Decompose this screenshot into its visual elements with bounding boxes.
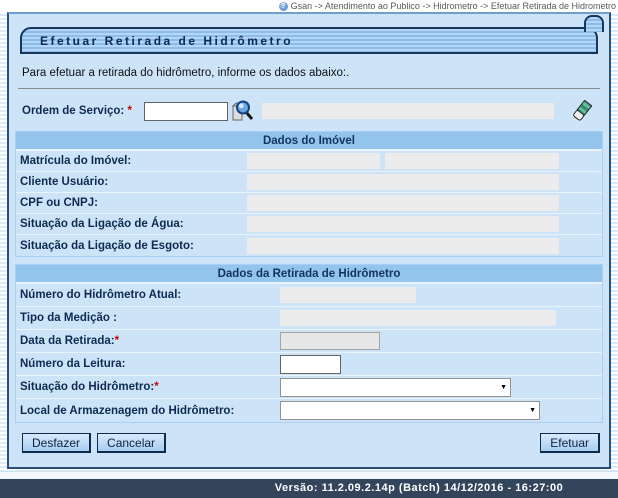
instruction-text: Para efetuar a retirada do hidrômetro, i… [22,67,598,79]
main-frame: Efetuar Retirada de Hidrômetro Para efet… [7,12,611,469]
cpf-cnpj-label: CPF ou CNPJ: [20,197,247,209]
row-numero-leitura: Número da Leitura: [16,353,602,376]
section-dados-imovel: Dados do Imóvel Matrícula do Imóvel: Cli… [15,131,603,257]
footer-gap [0,471,618,479]
local-armazenagem-select[interactable]: ▼ [280,401,540,420]
required-marker: * [115,335,119,347]
numero-leitura-label: Número da Leitura: [20,358,280,370]
matricula-imovel-value [247,153,380,169]
situacao-hidrometro-label-text: Situação do Hidrômetro: [20,381,154,393]
tipo-medicao-value [280,310,556,326]
page-title-bar: Efetuar Retirada de Hidrômetro [20,27,598,54]
required-marker: * [154,381,158,393]
breadcrumb-path: Gsan -> Atendimento ao Publico -> Hidrom… [291,1,616,11]
row-cpf-cnpj: CPF ou CNPJ: [16,193,602,214]
situacao-esgoto-label: Situação da Ligação de Esgoto: [20,240,247,252]
required-marker: * [127,105,131,117]
row-situacao-agua: Situação da Ligação de Água: [16,214,602,235]
desfazer-button[interactable]: Desfazer [22,433,91,453]
efetuar-button[interactable]: Efetuar [540,433,600,453]
row-matricula-imovel: Matrícula do Imóvel: [16,151,602,172]
matricula-imovel-descricao [385,153,559,169]
situacao-agua-value [247,216,559,232]
divider [18,88,600,89]
data-retirada-label: Data da Retirada:* [20,335,280,347]
row-local-armazenagem: Local de Armazenagem do Hidrômetro: ▼ [16,399,602,422]
ordem-servico-description [262,103,554,119]
action-buttons-row: Desfazer Cancelar Efetuar [22,433,600,453]
row-tipo-medicao: Tipo da Medição : [16,307,602,330]
ordem-servico-label-text: Ordem de Serviço: [22,105,124,117]
cancelar-button[interactable]: Cancelar [97,433,166,453]
breadcrumb: ? Gsan -> Atendimento ao Publico -> Hidr… [0,0,618,12]
cliente-usuario-label: Cliente Usuário: [20,176,247,188]
section-dados-retirada: Dados da Retirada de Hidrômetro Número d… [15,264,603,423]
data-retirada-value [280,332,380,350]
data-retirada-label-text: Data da Retirada: [20,335,115,347]
help-icon[interactable]: ? [279,2,288,11]
local-armazenagem-label: Local de Armazenagem do Hidrômetro: [20,405,280,417]
numero-hidrometro-atual-label: Número do Hidrômetro Atual: [20,289,280,301]
cpf-cnpj-value [247,195,559,211]
page-title: Efetuar Retirada de Hidrômetro [40,34,293,48]
ordem-servico-input[interactable] [144,102,228,121]
cliente-usuario-value [247,174,559,190]
row-situacao-hidrometro: Situação do Hidrômetro:* ▼ [16,376,602,399]
ordem-servico-row: Ordem de Serviço: * [22,98,600,124]
situacao-esgoto-value [247,238,559,254]
section-imovel-title: Dados do Imóvel [16,132,602,151]
situacao-hidrometro-label: Situação do Hidrômetro:* [20,381,280,393]
chevron-down-icon: ▼ [500,384,507,392]
frame-corner-decoration [584,15,604,32]
numero-hidrometro-atual-value [280,287,416,303]
row-numero-hidrometro-atual: Número do Hidrômetro Atual: [16,284,602,307]
section-retirada-title: Dados da Retirada de Hidrômetro [16,265,602,284]
ordem-servico-label: Ordem de Serviço: * [22,105,144,117]
chevron-down-icon: ▼ [529,407,536,415]
situacao-hidrometro-select[interactable]: ▼ [280,378,511,397]
situacao-agua-label: Situação da Ligação de Água: [20,218,247,230]
search-order-button[interactable] [230,99,255,123]
numero-leitura-input[interactable] [280,355,341,374]
gsan-screen: ? Gsan -> Atendimento ao Publico -> Hidr… [0,0,618,498]
eraser-icon [573,100,592,122]
erase-order-button[interactable] [573,100,592,122]
tipo-medicao-label: Tipo da Medição : [20,312,280,324]
row-cliente-usuario: Cliente Usuário: [16,172,602,193]
document-magnifier-icon [230,99,255,123]
version-footer: Versão: 11.2.09.2.14p (Batch) 14/12/2016… [0,479,618,498]
row-data-retirada: Data da Retirada:* [16,330,602,353]
matricula-imovel-label: Matrícula do Imóvel: [20,155,247,167]
row-situacao-esgoto: Situação da Ligação de Esgoto: [16,235,602,256]
